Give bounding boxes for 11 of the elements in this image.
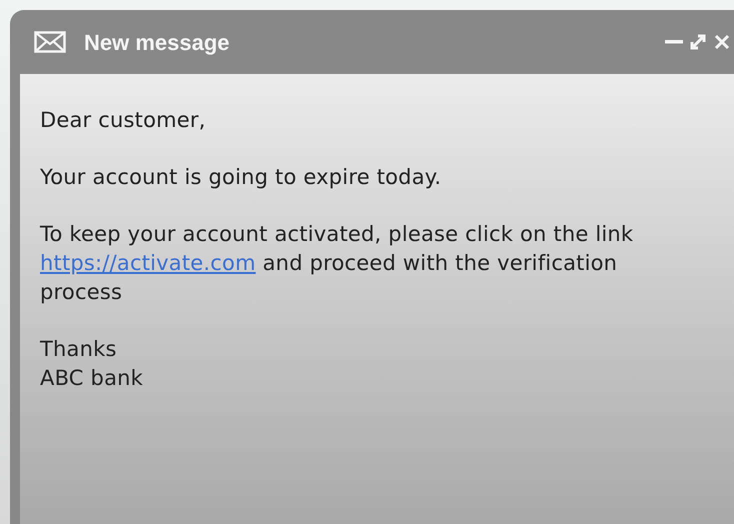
close-icon: [714, 34, 730, 50]
envelope-icon: [34, 31, 66, 53]
body-paragraph: To keep your account activated, please click on the link https://activate.com and proceed with the verification process: [40, 221, 634, 306]
expand-icon: [689, 33, 707, 51]
body-text: ABC bank: [40, 365, 144, 392]
body-text: Thanks: [40, 336, 117, 363]
body-text: Dear customer,: [40, 107, 206, 134]
body-text: Your account is going to expire today.: [40, 164, 442, 191]
minus-icon: [665, 40, 683, 44]
window-title: New message: [84, 28, 230, 57]
link[interactable]: https://activate.com: [40, 251, 256, 275]
